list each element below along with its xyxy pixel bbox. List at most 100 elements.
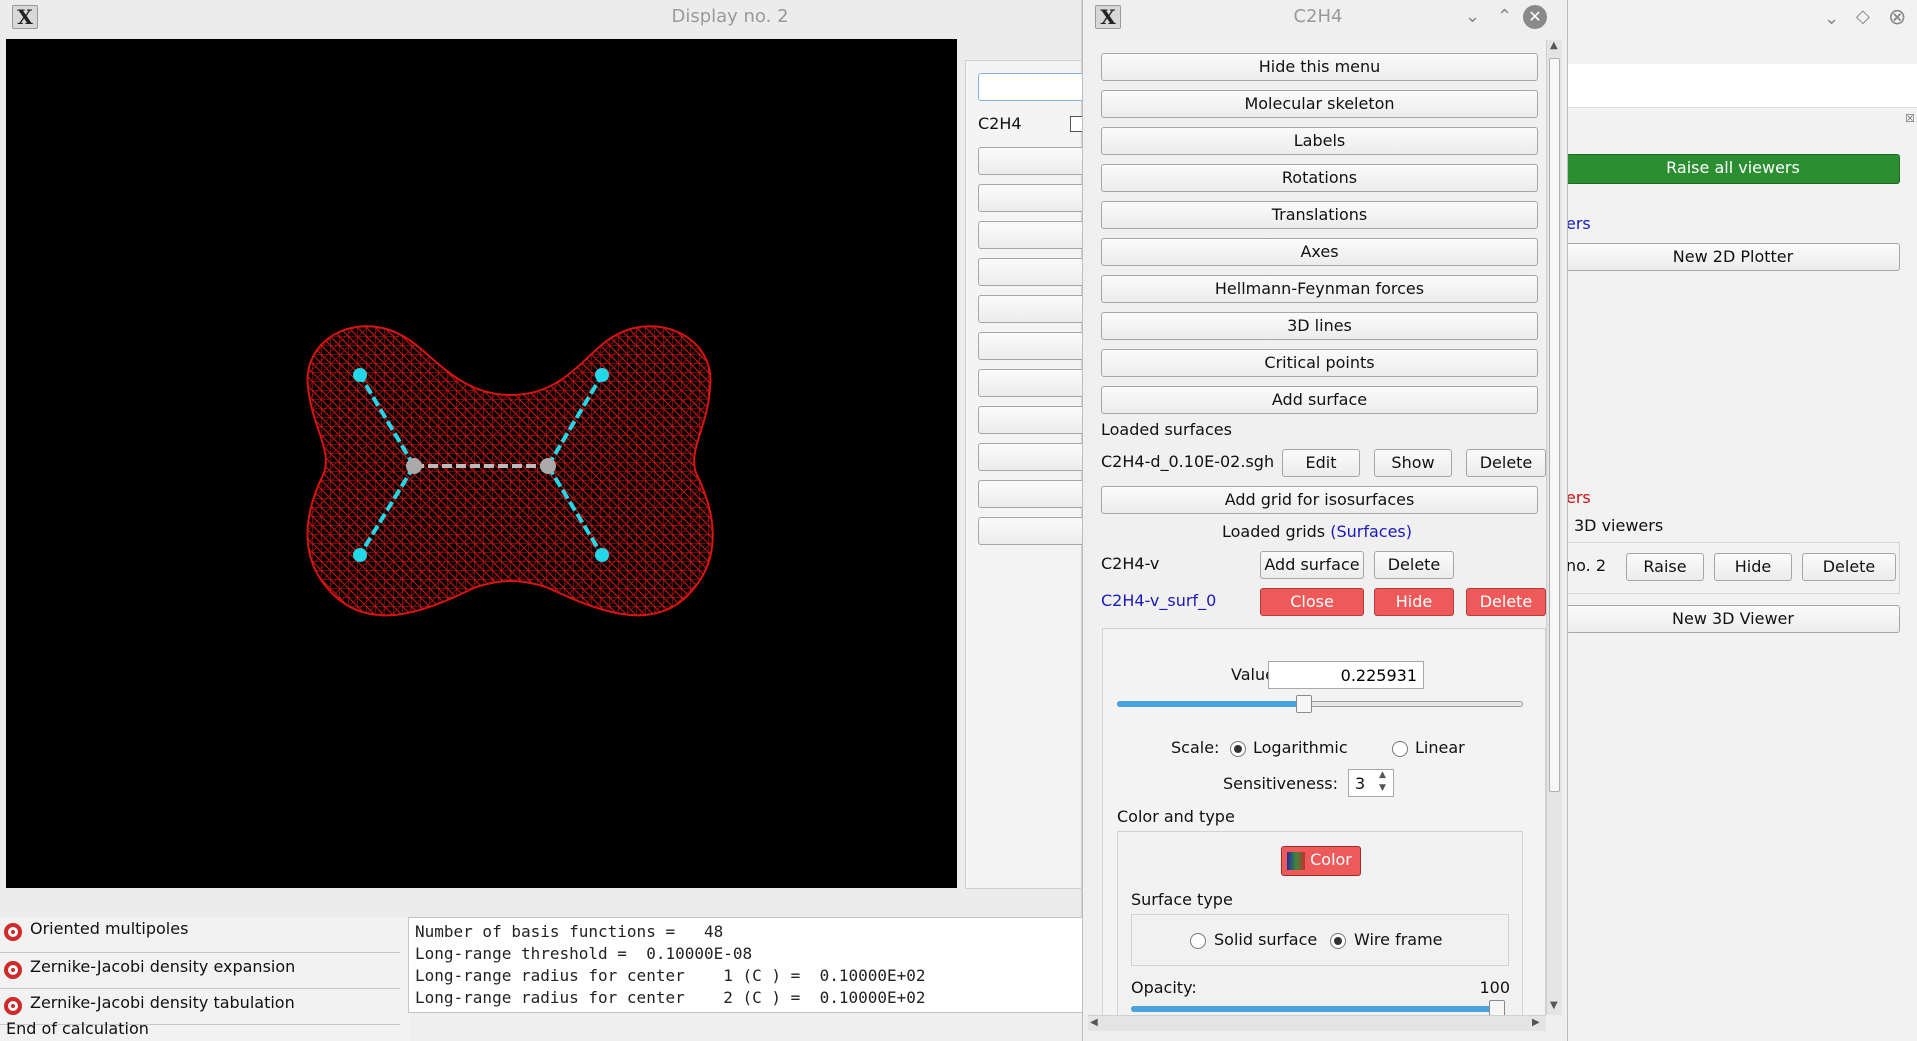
- horizontal-scrollbar[interactable]: ◀ ▶: [1088, 1015, 1546, 1031]
- value-input[interactable]: [1268, 661, 1424, 689]
- value-slider-fill: [1117, 701, 1304, 707]
- side-stub-11[interactable]: [978, 517, 1088, 545]
- hydrogen-atom-3: [595, 368, 609, 382]
- side-stub-9[interactable]: [978, 443, 1088, 471]
- viewers-3d-label: 3D viewers: [1574, 516, 1664, 535]
- sensitiveness-spinbox[interactable]: 3 ▲ ▼: [1348, 769, 1394, 797]
- new-3d-viewer-button[interactable]: New 3D Viewer: [1566, 605, 1900, 633]
- side-stub-4[interactable]: [978, 258, 1088, 286]
- new-2d-plotter-button[interactable]: New 2D Plotter: [1566, 243, 1900, 271]
- isosurface-render: [306, 325, 714, 617]
- edit-surface-button[interactable]: Edit: [1282, 449, 1360, 477]
- hellmann-feynman-button[interactable]: Hellmann-Feynman forces: [1101, 275, 1538, 303]
- side-stub-3[interactable]: [978, 221, 1088, 249]
- show-surface-button[interactable]: Show: [1374, 449, 1452, 477]
- task-item[interactable]: Zernike-Jacobi density expansion: [0, 953, 400, 989]
- 3d-lines-button[interactable]: 3D lines: [1101, 312, 1538, 340]
- raise-viewer-button[interactable]: Raise: [1626, 553, 1704, 581]
- menu-scroll-area: Hide this menu Molecular skeleton Labels…: [1088, 40, 1546, 1031]
- detach-icon[interactable]: ☒: [1905, 112, 1915, 125]
- hide-viewer-button[interactable]: Hide: [1714, 553, 1792, 581]
- task-label: Oriented multipoles: [30, 919, 189, 938]
- critical-points-button[interactable]: Critical points: [1101, 349, 1538, 377]
- minimize-icon[interactable]: ⌄: [1824, 8, 1839, 29]
- minimize-icon[interactable]: ⌄: [1465, 6, 1480, 27]
- log-line: Long-range radius for center 2 (C ) = 0.…: [415, 988, 926, 1007]
- scroll-left-icon[interactable]: ◀: [1090, 1017, 1098, 1028]
- restore-icon[interactable]: ◇: [1856, 6, 1870, 27]
- vertical-scrollbar[interactable]: ▲ ▼: [1546, 40, 1562, 1015]
- display-window-title: Display no. 2: [671, 6, 789, 27]
- spin-down-icon[interactable]: ▼: [1379, 783, 1386, 793]
- close-isosurface-button[interactable]: Close: [1260, 588, 1364, 616]
- side-stub-1[interactable]: [978, 147, 1088, 175]
- add-grid-button[interactable]: Add grid for isosurfaces: [1101, 486, 1538, 514]
- color-swatch-icon: [1287, 852, 1305, 870]
- side-stub-2[interactable]: [978, 184, 1088, 212]
- side-stub-6[interactable]: [978, 332, 1088, 360]
- display-side-label: C2H4: [978, 114, 1022, 133]
- task-list: Oriented multipoles Zernike-Jacobi densi…: [0, 917, 410, 1041]
- task-item[interactable]: Oriented multipoles: [0, 917, 400, 953]
- solid-surface-label: Solid surface: [1214, 930, 1318, 949]
- scroll-up-icon[interactable]: ▲: [1550, 40, 1558, 51]
- vertical-scroll-thumb[interactable]: [1549, 58, 1560, 792]
- log-output[interactable]: Number of basis functions = 48 Long-rang…: [408, 917, 1084, 1013]
- scale-label: Scale:: [1171, 738, 1220, 757]
- molecule-viewport[interactable]: [6, 39, 957, 888]
- scroll-down-icon[interactable]: ▼: [1550, 1000, 1558, 1011]
- close-icon[interactable]: ✕: [1523, 5, 1547, 29]
- color-type-frame: Color Surface type Solid surface Wire fr…: [1117, 831, 1523, 1031]
- hide-menu-button[interactable]: Hide this menu: [1101, 53, 1538, 81]
- task-label: Zernike-Jacobi density expansion: [30, 957, 296, 976]
- linear-radio[interactable]: [1392, 741, 1408, 757]
- axes-button[interactable]: Axes: [1101, 238, 1538, 266]
- status-text: End of calculation: [6, 1019, 149, 1038]
- opacity-label: Opacity:: [1131, 978, 1197, 997]
- hide-isosurface-button[interactable]: Hide: [1374, 588, 1454, 616]
- spin-up-icon[interactable]: ▲: [1379, 770, 1386, 780]
- translations-button[interactable]: Translations: [1101, 201, 1538, 229]
- rotations-button[interactable]: Rotations: [1101, 164, 1538, 192]
- surface-menu-window: X C2H4 ⌄ ⌃ ✕ Hide this menu Molecular sk…: [1082, 0, 1568, 1041]
- delete-isosurface-button[interactable]: Delete: [1466, 588, 1546, 616]
- side-stub-8[interactable]: [978, 406, 1088, 434]
- grid-name: C2H4-v: [1101, 554, 1160, 573]
- color-button[interactable]: Color: [1281, 846, 1361, 876]
- grid-delete-button[interactable]: Delete: [1374, 551, 1454, 579]
- side-stub-10[interactable]: [978, 480, 1088, 508]
- surface-file-name: C2H4-d_0.10E-02.sgh: [1101, 452, 1275, 471]
- labels-button[interactable]: Labels: [1101, 127, 1538, 155]
- isosurface-properties-panel: Value: Scale: Logarithmic Linear Sensiti…: [1102, 628, 1546, 1031]
- delete-viewer-button[interactable]: Delete: [1802, 553, 1896, 581]
- carbon-atom-1: [406, 458, 422, 474]
- side-stub-7[interactable]: [978, 369, 1088, 397]
- logarithmic-label: Logarithmic: [1253, 738, 1348, 757]
- sensitiveness-value: 3: [1355, 774, 1366, 793]
- raise-all-viewers-button[interactable]: Raise all viewers: [1566, 154, 1900, 184]
- add-surface-button[interactable]: Add surface: [1101, 386, 1538, 414]
- close-icon[interactable]: ⊗: [1888, 5, 1906, 30]
- sensitiveness-label: Sensitiveness:: [1223, 774, 1338, 793]
- x-app-icon: X: [1095, 5, 1121, 29]
- loaded-grids-row: Loaded grids (Surfaces): [1088, 522, 1546, 541]
- gear-icon: [4, 923, 22, 941]
- wire-frame-radio[interactable]: [1330, 933, 1346, 949]
- x-app-icon: X: [12, 5, 38, 29]
- menu-window-title: C2H4: [1293, 6, 1343, 27]
- log-line: Long-range radius for center 1 (C ) = 0.…: [415, 966, 926, 985]
- value-slider-handle[interactable]: [1295, 695, 1312, 713]
- scroll-right-icon[interactable]: ▶: [1532, 1017, 1540, 1028]
- maximize-icon[interactable]: ⌃: [1497, 6, 1512, 27]
- log-line: Long-range threshold = 0.10000E-08: [415, 944, 753, 963]
- molecular-skeleton-button[interactable]: Molecular skeleton: [1101, 90, 1538, 118]
- logarithmic-radio[interactable]: [1230, 741, 1246, 757]
- side-stub-5[interactable]: [978, 295, 1088, 323]
- display-side-input[interactable]: [978, 73, 1088, 101]
- delete-surface-button[interactable]: Delete: [1466, 449, 1546, 477]
- surfaces-link[interactable]: (Surfaces): [1330, 522, 1412, 541]
- solid-surface-radio[interactable]: [1190, 933, 1206, 949]
- hydrogen-atom-2: [353, 548, 367, 562]
- color-type-label: Color and type: [1117, 807, 1235, 826]
- grid-add-surface-button[interactable]: Add surface: [1260, 551, 1364, 579]
